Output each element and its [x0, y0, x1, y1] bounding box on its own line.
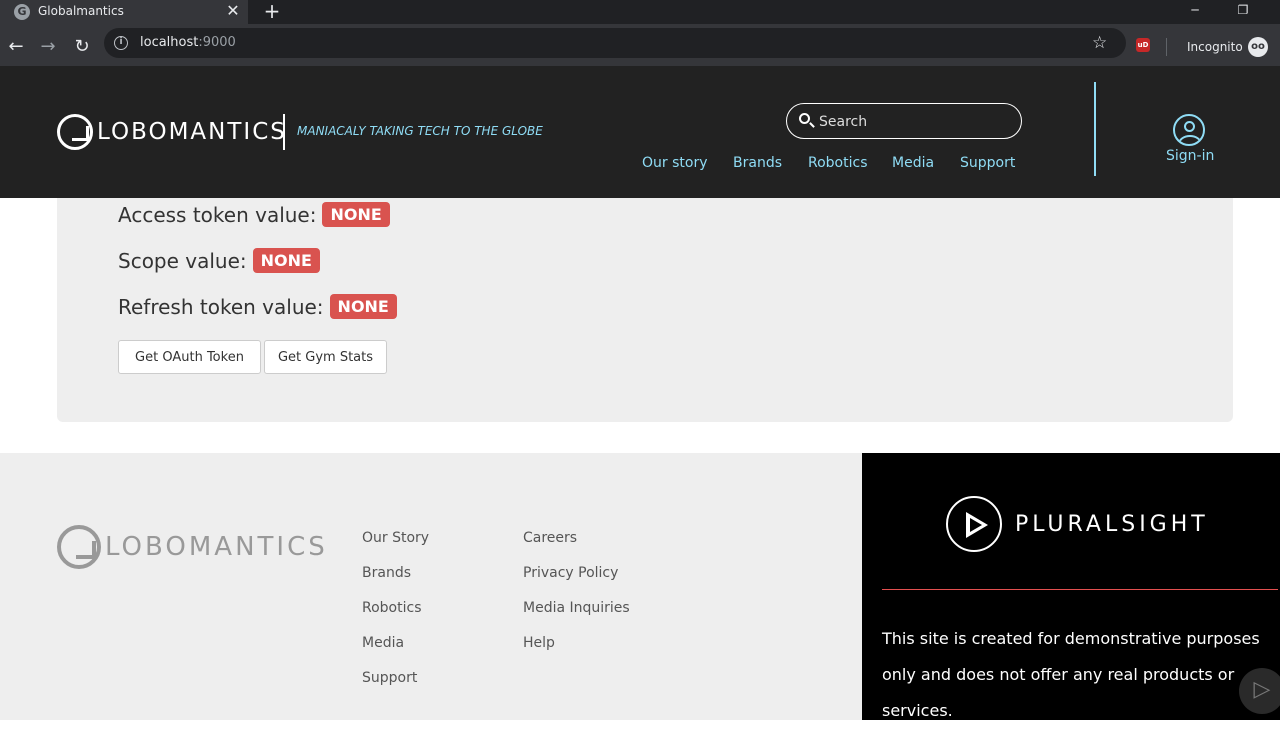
- close-tab-icon[interactable]: ✕: [225, 2, 241, 20]
- site-info-icon[interactable]: i: [114, 36, 128, 50]
- minimize-icon[interactable]: ─: [1180, 0, 1210, 22]
- footer-link-brands[interactable]: Brands: [362, 565, 411, 581]
- logo-text: LOBOMANTICS: [97, 119, 287, 145]
- access-token-row: Access token value: NONE: [118, 202, 390, 227]
- browser-tab[interactable]: G Globalmantics ✕: [0, 0, 248, 24]
- user-head: [1184, 121, 1195, 132]
- scope-badge: NONE: [252, 248, 320, 273]
- url-port: :9000: [198, 35, 236, 50]
- token-panel: Access token value: NONE Scope value: NO…: [57, 198, 1233, 422]
- refresh-token-badge: NONE: [329, 294, 397, 319]
- incognito-icon[interactable]: oo: [1248, 37, 1268, 57]
- user-account-icon[interactable]: [1173, 114, 1205, 146]
- pluralsight-panel: PLURALSIGHT This site is created for dem…: [862, 453, 1280, 720]
- nav-our-story[interactable]: Our story: [642, 155, 708, 171]
- footer-logo[interactable]: LOBOMANTICS: [57, 525, 328, 569]
- url-text: localhost:9000: [140, 35, 236, 50]
- footer-link-robotics[interactable]: Robotics: [362, 600, 422, 616]
- browser-tab-strip: G Globalmantics ✕ + ─ ❐: [0, 0, 1280, 24]
- globe-g-icon: [57, 114, 93, 150]
- globomantics-logo[interactable]: LOBOMANTICS: [57, 114, 287, 150]
- access-token-badge: NONE: [322, 202, 390, 227]
- footer-link-support[interactable]: Support: [362, 670, 417, 686]
- footer-link-careers[interactable]: Careers: [523, 530, 577, 546]
- scope-row: Scope value: NONE: [118, 248, 320, 273]
- site-footer: LOBOMANTICS Our Story Brands Robotics Me…: [0, 453, 862, 720]
- pluralsight-divider: [882, 589, 1278, 590]
- nav-media[interactable]: Media: [892, 155, 934, 171]
- tab-title: Globalmantics: [38, 4, 124, 18]
- url-host: localhost: [140, 35, 199, 50]
- restore-window-icon[interactable]: ❐: [1228, 0, 1258, 22]
- footer-link-media[interactable]: Media: [362, 635, 404, 651]
- footer-link-help[interactable]: Help: [523, 635, 555, 651]
- site-header: LOBOMANTICS MANIACALY TAKING TECH TO THE…: [0, 66, 1280, 198]
- pluralsight-wordmark: PLURALSIGHT: [1015, 512, 1209, 537]
- site-favicon-icon: G: [14, 4, 30, 20]
- nav-support[interactable]: Support: [960, 155, 1015, 171]
- search-input[interactable]: [817, 111, 1007, 133]
- incognito-label: Incognito: [1187, 40, 1243, 54]
- refresh-token-row: Refresh token value: NONE: [118, 294, 397, 319]
- scope-label: Scope value:: [118, 248, 247, 273]
- toolbar-divider: [1166, 38, 1167, 56]
- browser-toolbar: ← → ↻ i localhost:9000 ☆: [0, 24, 1280, 70]
- search-box: [786, 103, 1022, 139]
- refresh-token-label: Refresh token value:: [118, 294, 324, 319]
- tagline: MANIACALY TAKING TECH TO THE GLOBE: [297, 124, 543, 138]
- forward-arrow-icon[interactable]: →: [37, 36, 59, 58]
- disclaimer-text: This site is created for demonstrative p…: [882, 629, 1260, 720]
- pluralsight-play-icon: [946, 496, 1002, 552]
- footer-link-media-inquiries[interactable]: Media Inquiries: [523, 600, 630, 616]
- video-player-icon[interactable]: ▷: [1239, 668, 1280, 714]
- get-gym-stats-button[interactable]: Get Gym Stats: [264, 340, 387, 374]
- logo-divider: [283, 114, 285, 150]
- back-arrow-icon[interactable]: ←: [5, 36, 27, 58]
- address-bar[interactable]: i localhost:9000 ☆: [104, 28, 1126, 58]
- footer-link-our-story[interactable]: Our Story: [362, 530, 429, 546]
- user-shoulders: [1178, 135, 1202, 144]
- access-token-label: Access token value:: [118, 202, 317, 227]
- bookmark-star-icon[interactable]: ☆: [1092, 33, 1107, 53]
- footer-logo-text: LOBOMANTICS: [105, 532, 328, 562]
- nav-robotics[interactable]: Robotics: [808, 155, 868, 171]
- search-icon: [799, 113, 810, 124]
- new-tab-button[interactable]: +: [262, 0, 282, 24]
- reload-icon[interactable]: ↻: [71, 36, 93, 58]
- ublock-extension-icon[interactable]: uD: [1136, 38, 1150, 52]
- nav-brands[interactable]: Brands: [733, 155, 782, 171]
- footer-link-privacy-policy[interactable]: Privacy Policy: [523, 565, 618, 581]
- sign-in-link[interactable]: Sign-in: [1166, 148, 1214, 164]
- footer-globe-g-icon: [57, 525, 101, 569]
- header-divider: [1094, 82, 1096, 176]
- get-oauth-token-button[interactable]: Get OAuth Token: [118, 340, 261, 374]
